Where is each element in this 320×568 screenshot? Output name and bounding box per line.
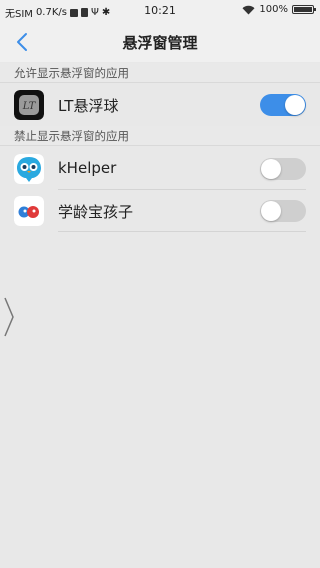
toggle-knob bbox=[261, 201, 281, 221]
battery-percent: 100% bbox=[259, 4, 288, 15]
nav-bar: 悬浮窗管理 bbox=[0, 22, 320, 62]
list-item-xuelingbao: 学龄宝孩子 bbox=[0, 189, 320, 231]
app-label: LT悬浮球 bbox=[58, 97, 119, 115]
page-title: 悬浮窗管理 bbox=[122, 34, 198, 52]
app-label: kHelper bbox=[58, 159, 117, 177]
chevron-right-icon bbox=[4, 297, 14, 337]
section-header-blocked: 禁止显示悬浮窗的应用 bbox=[0, 126, 320, 146]
toggle-xuelingbao[interactable] bbox=[260, 200, 306, 222]
toggle-lt-floating-ball[interactable] bbox=[260, 94, 306, 116]
xuelingbao-icon bbox=[14, 196, 44, 226]
toggle-knob bbox=[285, 95, 305, 115]
khelper-icon bbox=[14, 154, 44, 184]
row-divider bbox=[58, 231, 306, 232]
section-header-allowed: 允许显示悬浮窗的应用 bbox=[0, 63, 320, 83]
lt-floating-ball-icon: LT bbox=[14, 90, 44, 120]
toggle-khelper[interactable] bbox=[260, 158, 306, 180]
battery-icon bbox=[292, 5, 316, 14]
status-bar: 无SIM 0.7K/s Ψ ✱ 10:21 100% bbox=[0, 0, 320, 22]
app-label: 学龄宝孩子 bbox=[58, 203, 134, 221]
status-right: 100% bbox=[242, 4, 316, 15]
list-item-khelper: kHelper bbox=[0, 147, 320, 189]
floating-edge-handle[interactable] bbox=[3, 296, 15, 338]
toggle-knob bbox=[261, 159, 281, 179]
list-item-lt-floating-ball: LT LT悬浮球 bbox=[0, 83, 320, 125]
wifi-icon bbox=[242, 5, 255, 14]
svg-text:LT: LT bbox=[22, 101, 37, 112]
